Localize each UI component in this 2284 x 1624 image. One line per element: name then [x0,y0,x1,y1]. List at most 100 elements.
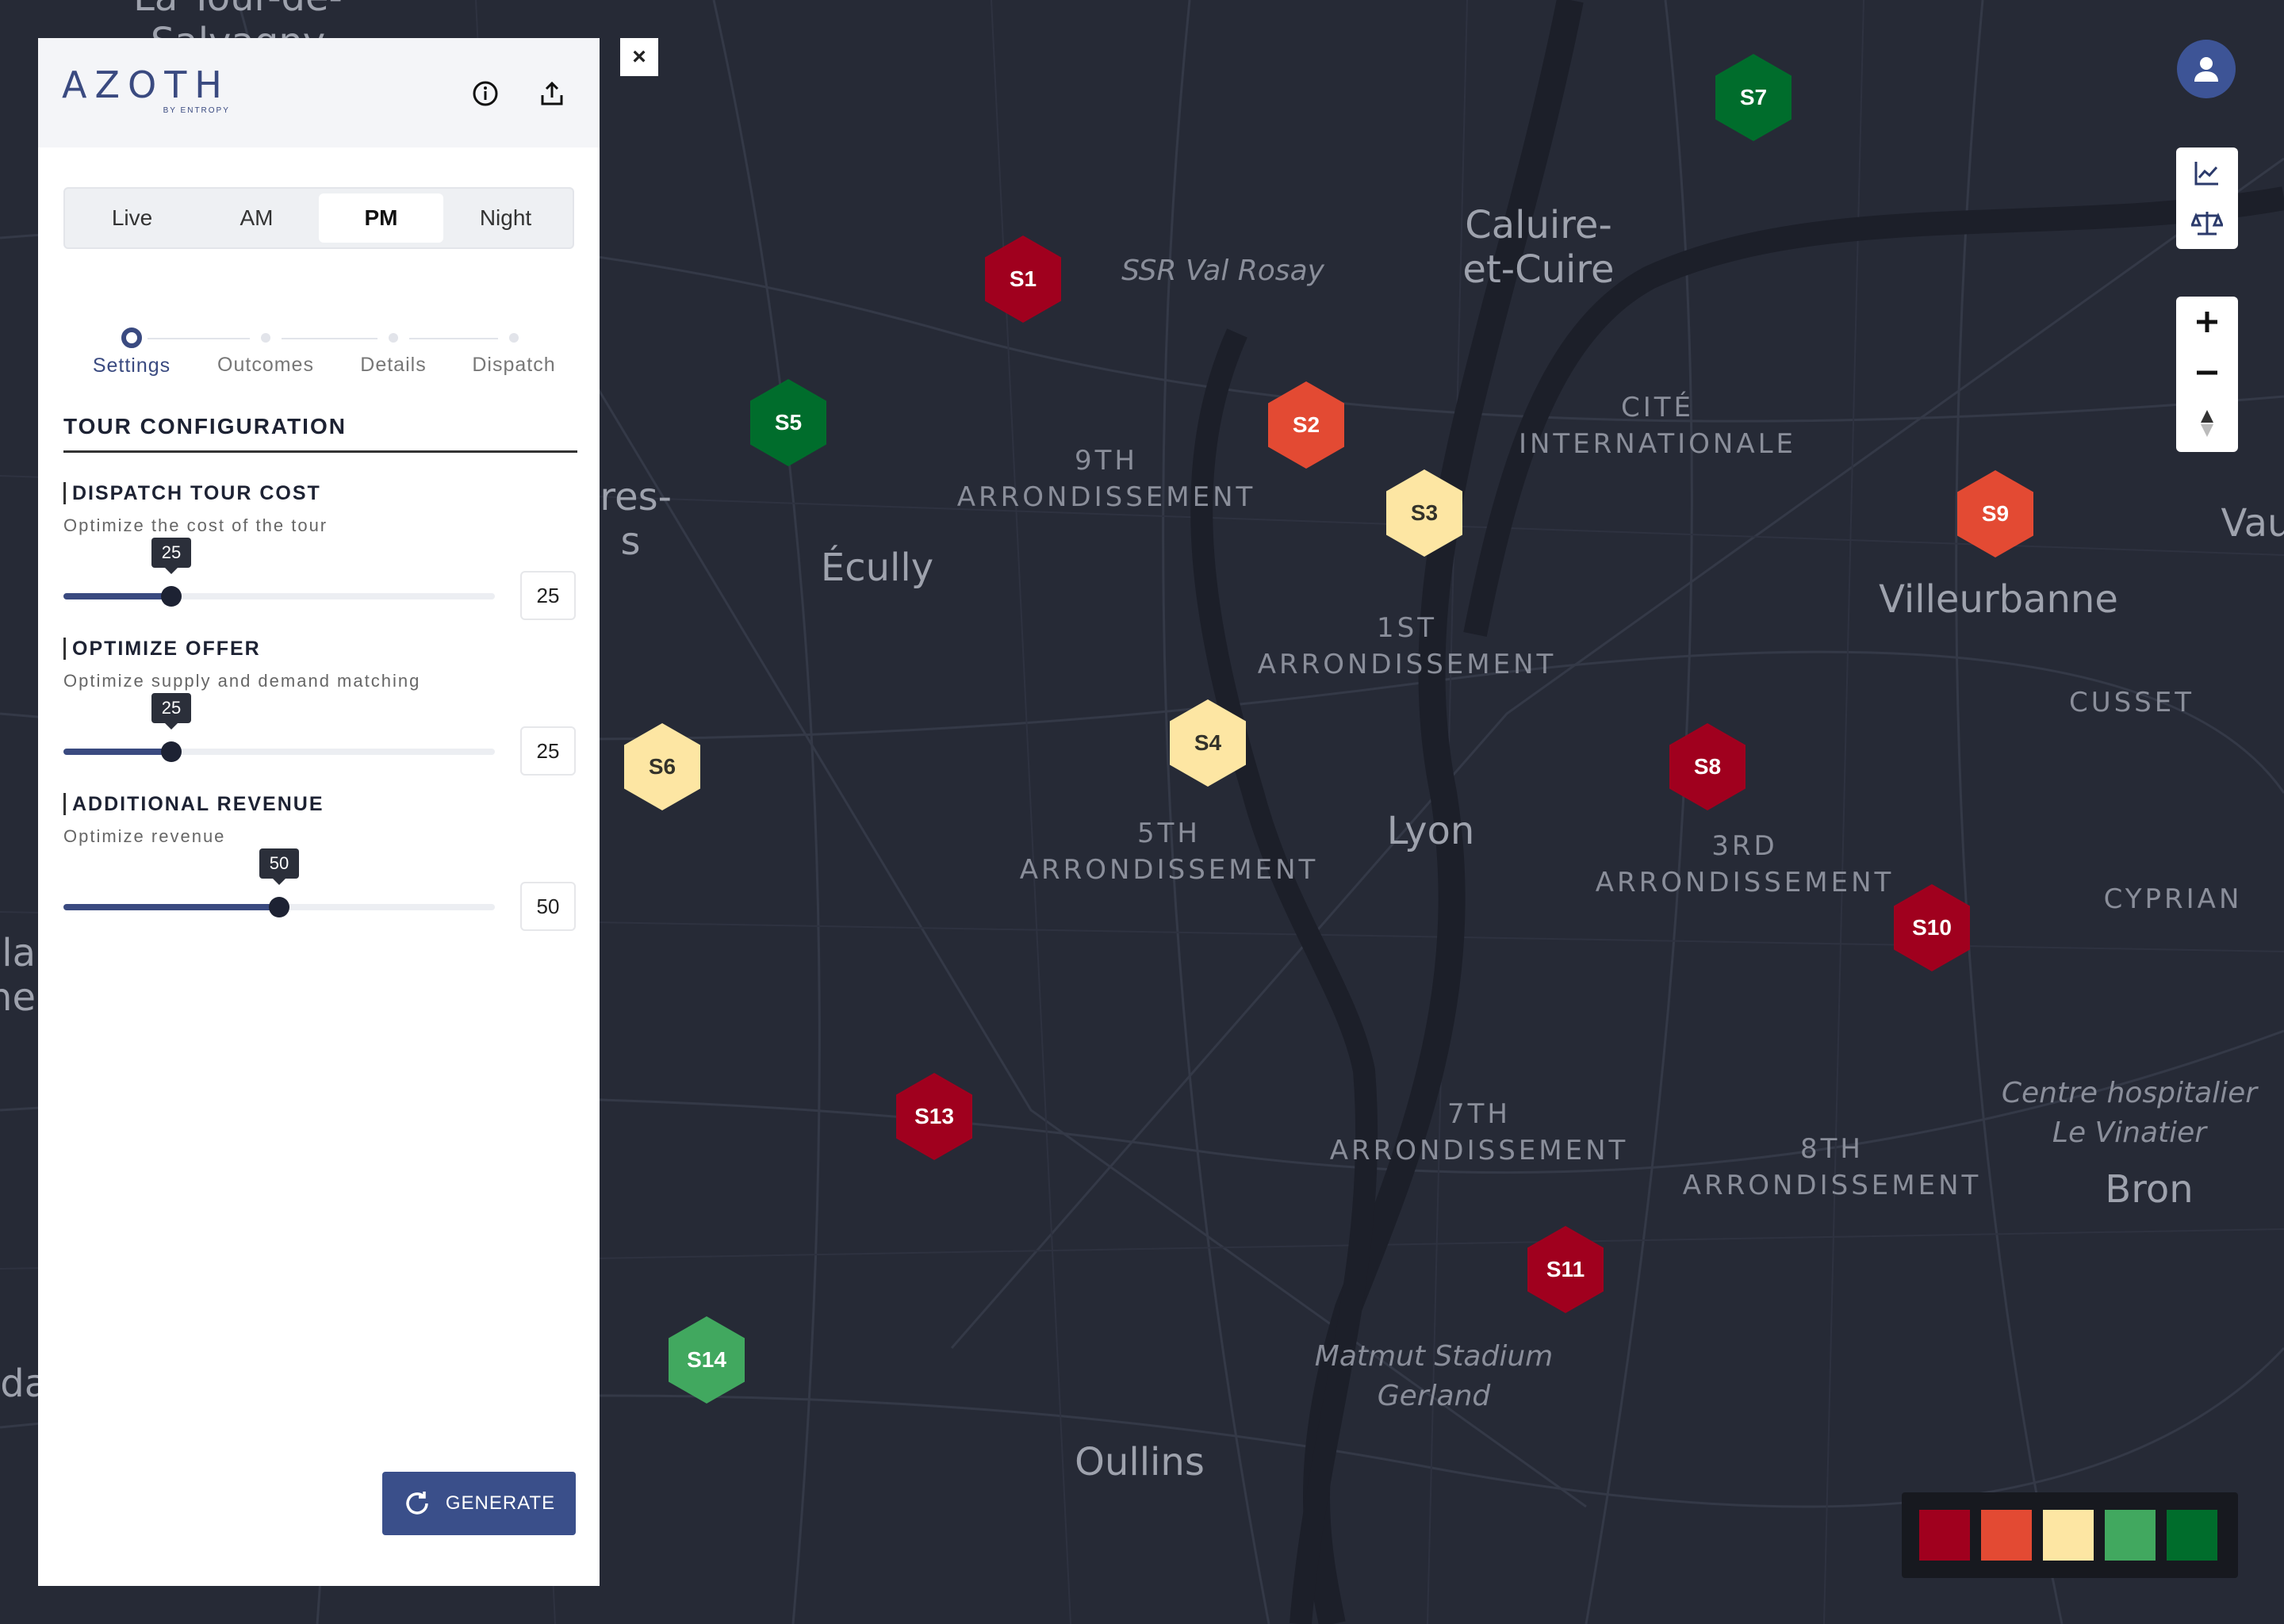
tab-live[interactable]: Live [70,193,194,243]
step-settings[interactable]: Settings [68,282,195,377]
map-label-district: 8TH ARRONDISSEMENT [1682,1133,1982,1201]
stepper: Settings Outcomes Details Dispatch [63,282,574,377]
map-label-city: Caluire-et-Cuire [1462,203,1615,292]
slider-fill [63,904,279,910]
param-optimize-offer: OPTIMIZE OFFER Optimize supply and demand… [63,638,576,788]
station-label: S7 [1739,85,1768,109]
map-label-poi: Centre hospitalier Le Vinatier [2001,1077,2258,1149]
view-controls [2176,147,2238,249]
close-panel-button[interactable]: × [620,38,658,76]
map-label-poi: SSR Val Rosay [1121,255,1324,287]
section-title: TOUR CONFIGURATION [63,414,577,453]
param-description: Optimize the cost of the tour [63,515,328,535]
param-title: DISPATCH TOUR COST [63,482,576,504]
step-label: Dispatch [472,354,556,376]
param-title: ADDITIONAL REVENUE [63,793,576,815]
station-label: S13 [914,1104,954,1128]
map-label-city: Villeurbanne [1879,577,2118,622]
legend [1902,1492,2238,1578]
map-label-district: 9TH ARRONDISSEMENT [956,445,1256,513]
legend-swatch-good [2105,1510,2156,1561]
user-icon [2194,57,2218,82]
station-label: S2 [1292,412,1320,437]
station-label: S5 [774,410,803,435]
user-avatar[interactable] [2177,40,2236,98]
step-label: Settings [92,354,171,377]
minus-icon[interactable] [2176,347,2238,398]
slider-fill [63,593,171,599]
slider-tooltip: 50 [259,848,299,885]
map-label-district: CYPRIAN [2103,883,2243,915]
station-label: S1 [1009,266,1037,291]
param-additional-revenue: ADDITIONAL REVENUE Optimize revenue 50 50 [63,793,576,944]
param-value-input[interactable]: 25 [520,726,576,776]
export-icon[interactable] [536,78,568,109]
param-title: OPTIMIZE OFFER [63,638,576,660]
refresh-icon [406,1492,428,1515]
map-label-city: Lyon [1386,809,1475,853]
step-dot [509,333,519,343]
param-slider[interactable]: 25 [63,538,495,607]
param-description: Optimize revenue [63,826,226,846]
plus-icon[interactable] [2176,297,2238,347]
map-label-district: 3RD ARRONDISSEMENT [1595,830,1895,898]
tab-pm[interactable]: PM [319,193,443,243]
map-label-city: Écully [820,546,934,590]
tab-am[interactable]: AM [194,193,319,243]
step-outcomes[interactable]: Outcomes [202,282,329,377]
map-label-district: 5TH ARRONDISSEMENT [1019,818,1319,886]
logo-subtitle: BY ENTROPY [163,106,230,115]
generate-button[interactable]: GENERATE [382,1472,576,1535]
legend-swatch-medium [2043,1510,2094,1561]
legend-swatch-high [1981,1510,2032,1561]
map-label-district: 7TH ARRONDISSEMENT [1329,1098,1629,1166]
map-label-district: CUSSET [2068,687,2195,718]
slider-tooltip: 25 [151,693,191,730]
map-label-city: Oullins [1075,1440,1205,1484]
period-tabs: Live AM PM Night [63,187,574,249]
legend-swatch-very-good [2167,1510,2217,1561]
balance-icon[interactable] [2176,198,2238,249]
chart-icon[interactable] [2176,147,2238,198]
station-label: S11 [1546,1257,1585,1281]
param-slider[interactable]: 25 [63,693,495,762]
slider-thumb[interactable] [161,741,182,762]
station-label: S3 [1410,500,1439,525]
step-dot [261,333,270,343]
step-label: Outcomes [217,354,314,376]
slider-fill [63,749,171,755]
panel-header: AZOTH BY ENTROPY [38,38,600,147]
param-description: Optimize supply and demand matching [63,671,421,691]
tab-night[interactable]: Night [443,193,568,243]
station-label: S6 [648,754,676,779]
map-label-poi: Matmut Stadium Gerland [1314,1340,1554,1412]
logo-text: AZOTH [62,63,230,106]
generate-label: GENERATE [445,1492,556,1514]
step-label: Details [360,354,427,376]
station-label: S4 [1194,730,1222,755]
param-slider[interactable]: 50 [63,848,495,917]
step-dispatch[interactable]: Dispatch [450,282,577,377]
station-label: S10 [1912,915,1952,940]
step-dot [121,327,142,348]
compass-icon[interactable] [2176,398,2238,449]
param-dispatch-tour-cost: DISPATCH TOUR COST Optimize the cost of t… [63,482,576,633]
station-label: S8 [1693,754,1722,779]
station-label: S9 [1981,501,2010,526]
step-dot [389,333,398,343]
param-value-input[interactable]: 25 [520,571,576,620]
map-label-district: 1ST ARRONDISSEMENT [1257,612,1557,680]
info-icon[interactable] [469,78,501,109]
slider-thumb[interactable] [269,897,289,917]
map-label-city: Vau [2221,501,2284,546]
zoom-controls [2176,297,2238,452]
map-label-city: ires-s [589,475,672,564]
station-label: S14 [687,1347,726,1372]
slider-tooltip: 25 [151,538,191,574]
step-details[interactable]: Details [330,282,457,377]
side-panel: AZOTH BY ENTROPY Live AM PM Night Settings O… [38,38,600,1586]
slider-thumb[interactable] [161,586,182,607]
param-value-input[interactable]: 50 [520,882,576,931]
logo: AZOTH BY ENTROPY [62,63,230,115]
legend-swatch-critical [1919,1510,1970,1561]
